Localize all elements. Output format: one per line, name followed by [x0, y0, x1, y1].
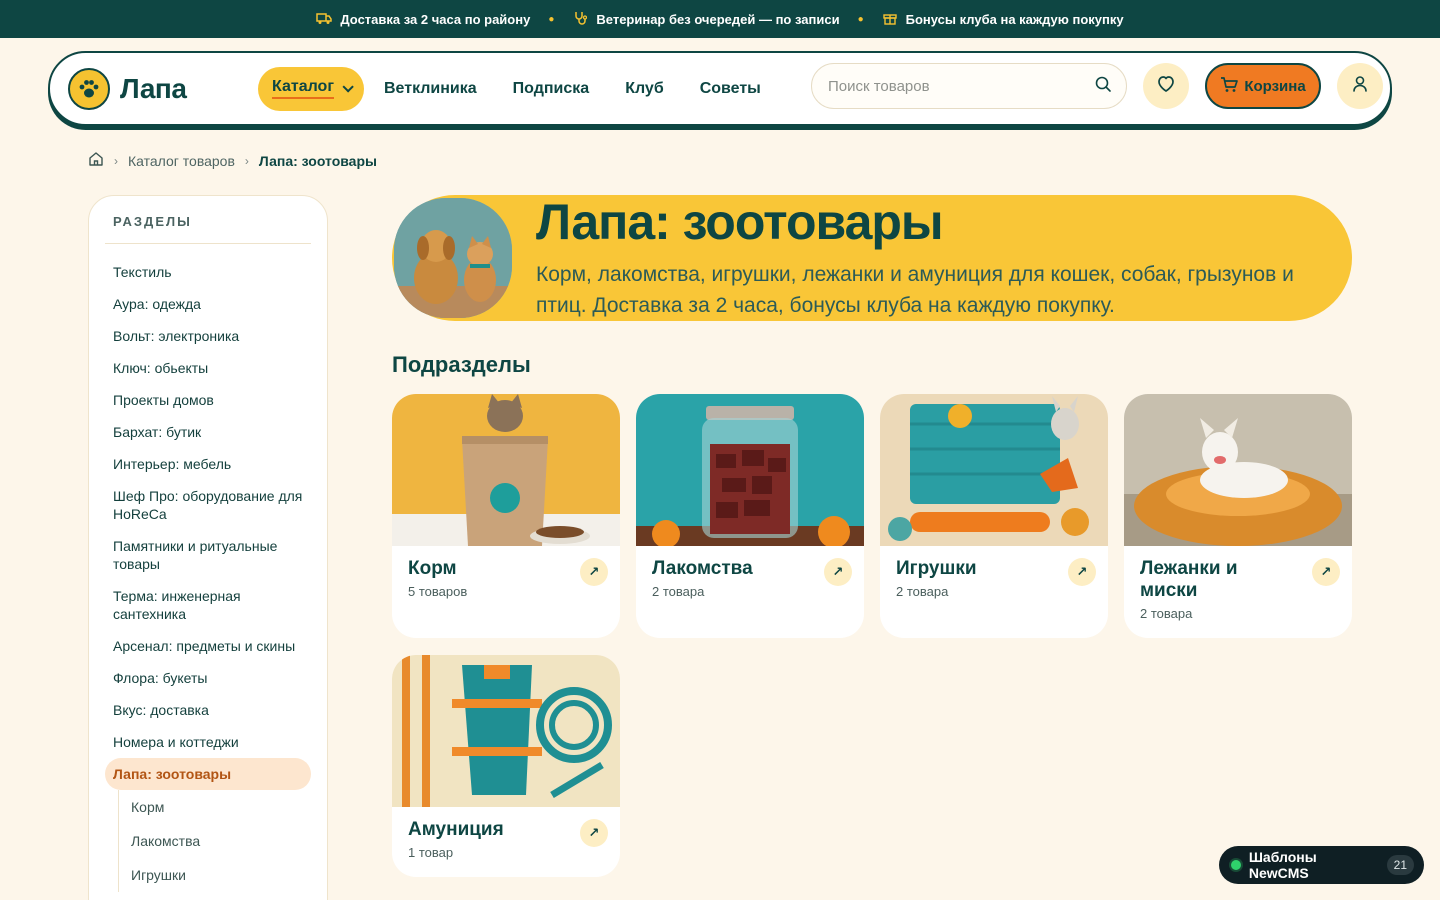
- food-image: [392, 394, 620, 546]
- hero-image-dog-and-cat: [394, 198, 512, 318]
- page-title: Лапа: зоотовары: [536, 194, 944, 250]
- subsection-card-gear[interactable]: Амуниция 1 товар ↗: [392, 655, 620, 877]
- sidebar-item-lapa-active[interactable]: Лапа: зоотовары: [105, 758, 311, 790]
- sidebar-item-volt[interactable]: Вольт: электроника: [105, 320, 311, 352]
- widget-label: Шаблоны NewCMS: [1248, 849, 1317, 881]
- arrow-up-right-icon[interactable]: ↗: [580, 558, 608, 586]
- nav-vet-clinic[interactable]: Ветклиника: [368, 67, 493, 111]
- card-count: 2 товара: [896, 584, 949, 599]
- search-icon[interactable]: [1094, 75, 1112, 98]
- card-count: 1 товар: [408, 845, 454, 860]
- sidebar-item-key[interactable]: Ключ: обьекты: [105, 352, 311, 384]
- account-button[interactable]: [1337, 63, 1383, 109]
- cart-button[interactable]: Корзина: [1205, 63, 1321, 109]
- nav-tips[interactable]: Советы: [684, 67, 777, 111]
- search-input[interactable]: [828, 77, 1094, 95]
- card-title: Лакомства: [652, 558, 753, 579]
- nav-club[interactable]: Клуб: [609, 67, 680, 111]
- sidebar-item-interior[interactable]: Интерьер: мебель: [105, 448, 311, 480]
- category-hero: Лапа: зоотовары Корм, лакомства, игрушки…: [392, 194, 1352, 321]
- subsection-card-beds[interactable]: Лежанки и миски 2 товара ↗: [1124, 394, 1352, 638]
- widget-count-badge: 21: [1386, 855, 1414, 875]
- sidebar-item-monuments[interactable]: Памятники и ритуальные товары: [105, 530, 311, 580]
- paw-separator-icon: ●: [857, 13, 864, 25]
- nav-catalog[interactable]: Каталог: [258, 66, 364, 111]
- arrow-up-right-icon[interactable]: ↗: [1068, 558, 1096, 586]
- arrow-up-right-icon[interactable]: ↗: [580, 819, 608, 847]
- sidebar-item-rooms[interactable]: Номера и коттеджи: [105, 726, 311, 758]
- sidebar-item-arsenal[interactable]: Арсенал: предметы и скины: [105, 630, 311, 662]
- topbar-delivery-text: Доставка за 2 часа по району: [340, 11, 531, 27]
- sidebar-item-chef-pro[interactable]: Шеф Про: оборудование для HoReCa: [105, 480, 311, 530]
- sections-sidebar: РАЗДЕЛЫ Текстиль Аура: одежда Вольт: эле…: [88, 195, 328, 900]
- subsection-card-treats[interactable]: Лакомства 2 товара ↗: [636, 394, 864, 638]
- sidebar-item-barkhat[interactable]: Бархат: бутик: [105, 416, 311, 448]
- hero-description: Корм, лакомства, игрушки, лежанки и амун…: [536, 263, 1294, 317]
- sidebar-item-flora[interactable]: Флора: букеты: [105, 662, 311, 694]
- card-title: Амуниция: [408, 819, 504, 840]
- search-box: [811, 63, 1127, 109]
- topbar-delivery: Доставка за 2 часа по району: [316, 11, 530, 27]
- sidebar-item-aura[interactable]: Аура: одежда: [105, 288, 311, 320]
- toys-image: [880, 394, 1108, 546]
- favorites-button[interactable]: [1143, 63, 1189, 109]
- topbar-bonus-text: Бонусы клуба на каждую покупку: [905, 11, 1124, 27]
- card-count: 2 товара: [652, 584, 705, 599]
- newcms-templates-widget[interactable]: Шаблоны NewCMS 21: [1219, 846, 1424, 884]
- arrow-up-right-icon[interactable]: ↗: [1312, 558, 1340, 586]
- arrow-up-right-icon[interactable]: ↗: [824, 558, 852, 586]
- chevron-down-icon: [342, 80, 354, 93]
- nav-subscription[interactable]: Подписка: [497, 67, 606, 111]
- breadcrumb-current: Лапа: зоотовары: [258, 152, 377, 169]
- topbar-vet-text: Ветеринар без очередей — по записи: [596, 11, 840, 27]
- sidebar-item-terma[interactable]: Терма: инженерная сантехника: [105, 580, 311, 630]
- paw-separator-icon: ●: [548, 13, 555, 25]
- site-header: Лапа Каталог Ветклиника Подписка Клуб Со…: [48, 51, 1392, 126]
- sidebar-item-house-projects[interactable]: Проекты домов: [105, 384, 311, 416]
- user-icon: [1352, 75, 1368, 98]
- gift-icon: [882, 11, 898, 27]
- cart-icon: [1220, 76, 1239, 97]
- sidebar-subitem-toys[interactable]: Игрушки: [131, 858, 311, 892]
- stethoscope-icon: [572, 11, 588, 27]
- card-title: Лежанки и миски: [1140, 558, 1238, 601]
- sidebar-subsection-list: Корм Лакомства Игрушки: [118, 790, 311, 892]
- sidebar-subitem-food[interactable]: Корм: [131, 790, 311, 824]
- beds-image: [1124, 394, 1352, 546]
- card-count: 2 товара: [1140, 606, 1193, 621]
- topbar-vet: Ветеринар без очередей — по записи: [572, 11, 840, 27]
- breadcrumb-separator-icon: ›: [114, 153, 118, 168]
- heart-icon: [1156, 75, 1176, 98]
- sidebar-subitem-treats[interactable]: Лакомства: [131, 824, 311, 858]
- gear-image: [392, 655, 620, 807]
- status-dot-icon: [1231, 860, 1241, 870]
- subsection-card-toys[interactable]: Игрушки 2 товара ↗: [880, 394, 1108, 638]
- topbar-bonus: Бонусы клуба на каждую покупку: [882, 11, 1124, 27]
- logo-text: Лапа: [120, 72, 187, 104]
- home-icon[interactable]: [88, 151, 104, 170]
- subsections-title: Подразделы: [392, 352, 531, 377]
- logo[interactable]: Лапа: [68, 67, 258, 110]
- card-title: Корм: [408, 558, 457, 579]
- breadcrumb-separator-icon: ›: [244, 153, 249, 168]
- truck-icon: [316, 11, 333, 27]
- card-count: 5 товаров: [408, 584, 468, 599]
- subsection-card-food[interactable]: Корм 5 товаров ↗: [392, 394, 620, 638]
- sidebar-item-textile[interactable]: Текстиль: [105, 256, 311, 288]
- breadcrumb-catalog[interactable]: Каталог товаров: [128, 153, 235, 169]
- sidebar-heading: РАЗДЕЛЫ: [105, 214, 311, 244]
- cart-label: Корзина: [1244, 77, 1306, 95]
- sidebar-item-vkus[interactable]: Вкус: доставка: [105, 694, 311, 726]
- top-info-bar: Доставка за 2 часа по району ● Ветеринар…: [0, 0, 1440, 38]
- nav-catalog-label: Каталог: [272, 78, 334, 99]
- card-title: Игрушки: [896, 558, 977, 579]
- treats-image: [636, 394, 864, 546]
- main-nav: Каталог Ветклиника Подписка Клуб Советы: [258, 66, 777, 111]
- breadcrumb: › Каталог товаров › Лапа: зоотовары: [88, 151, 377, 170]
- paw-logo-icon: [68, 67, 110, 110]
